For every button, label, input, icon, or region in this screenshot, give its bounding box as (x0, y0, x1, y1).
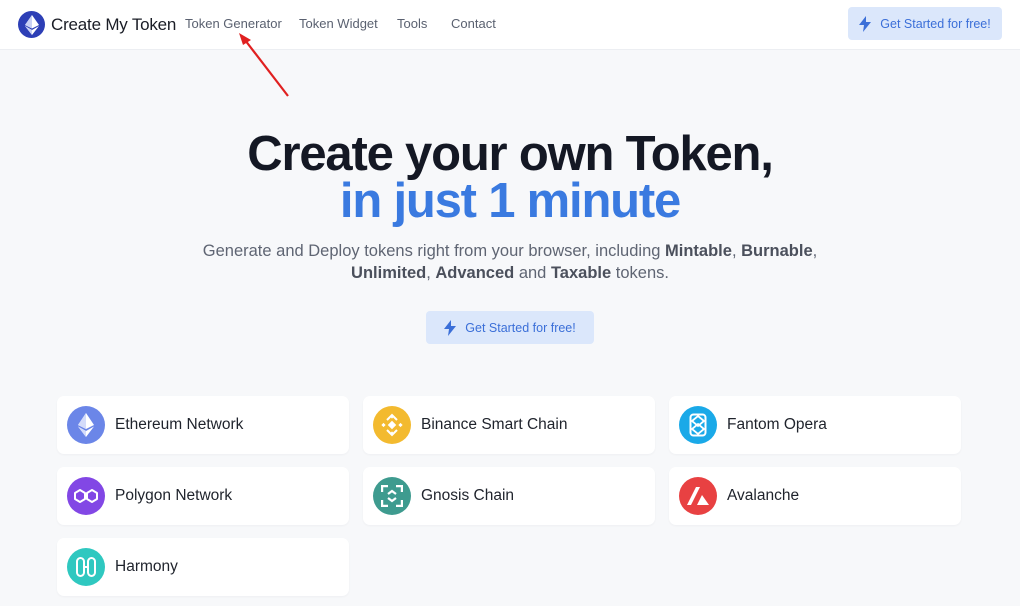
binance-icon (373, 406, 411, 444)
polygon-icon (67, 477, 105, 515)
network-card-binance[interactable]: Binance Smart Chain (363, 396, 655, 454)
network-label: Ethereum Network (115, 416, 244, 433)
network-card-polygon[interactable]: Polygon Network (57, 467, 349, 525)
network-label: Avalanche (727, 487, 800, 504)
brand-logo[interactable]: Create My Token (18, 11, 176, 38)
nav-cta-label: Get Started for free! (880, 16, 991, 31)
network-card-avalanche[interactable]: Avalanche (669, 467, 961, 525)
network-card-harmony[interactable]: Harmony (57, 538, 349, 596)
network-label: Harmony (115, 558, 178, 575)
nav-link-contact[interactable]: Contact (451, 16, 496, 31)
nav-link-token-generator[interactable]: Token Generator (185, 16, 282, 31)
harmony-icon (67, 548, 105, 586)
network-label: Gnosis Chain (421, 487, 515, 504)
fantom-icon (679, 406, 717, 444)
nav-get-started-button[interactable]: Get Started for free! (848, 7, 1002, 40)
hero-get-started-button[interactable]: Get Started for free! (426, 311, 594, 344)
network-card-ethereum[interactable]: Ethereum Network (57, 396, 349, 454)
gnosis-icon (373, 477, 411, 515)
lightning-bolt-icon (859, 15, 872, 32)
avalanche-icon (679, 477, 717, 515)
top-navbar: Create My Token Token Generator Token Wi… (0, 0, 1020, 50)
hero-subtitle-line2: Unlimited, Advanced and Taxable tokens. (351, 264, 669, 282)
ethereum-icon (67, 406, 105, 444)
network-card-fantom[interactable]: Fantom Opera (669, 396, 961, 454)
network-label: Binance Smart Chain (421, 416, 568, 433)
lightning-bolt-icon (444, 319, 457, 336)
hero-subtitle-line1: Generate and Deploy tokens right from yo… (202, 242, 818, 260)
nav-link-tools[interactable]: Tools (397, 16, 427, 31)
brand-name: Create My Token (51, 14, 177, 34)
hero-title-line2: in just 1 minute (339, 174, 681, 228)
ethereum-logo-icon (18, 11, 45, 38)
network-card-gnosis[interactable]: Gnosis Chain (363, 467, 655, 525)
nav-link-token-widget[interactable]: Token Widget (299, 16, 378, 31)
network-label: Polygon Network (115, 487, 233, 504)
hero-title-line1: Create your own Token, (247, 127, 774, 181)
network-label: Fantom Opera (727, 416, 827, 433)
hero-cta-label: Get Started for free! (465, 320, 576, 335)
